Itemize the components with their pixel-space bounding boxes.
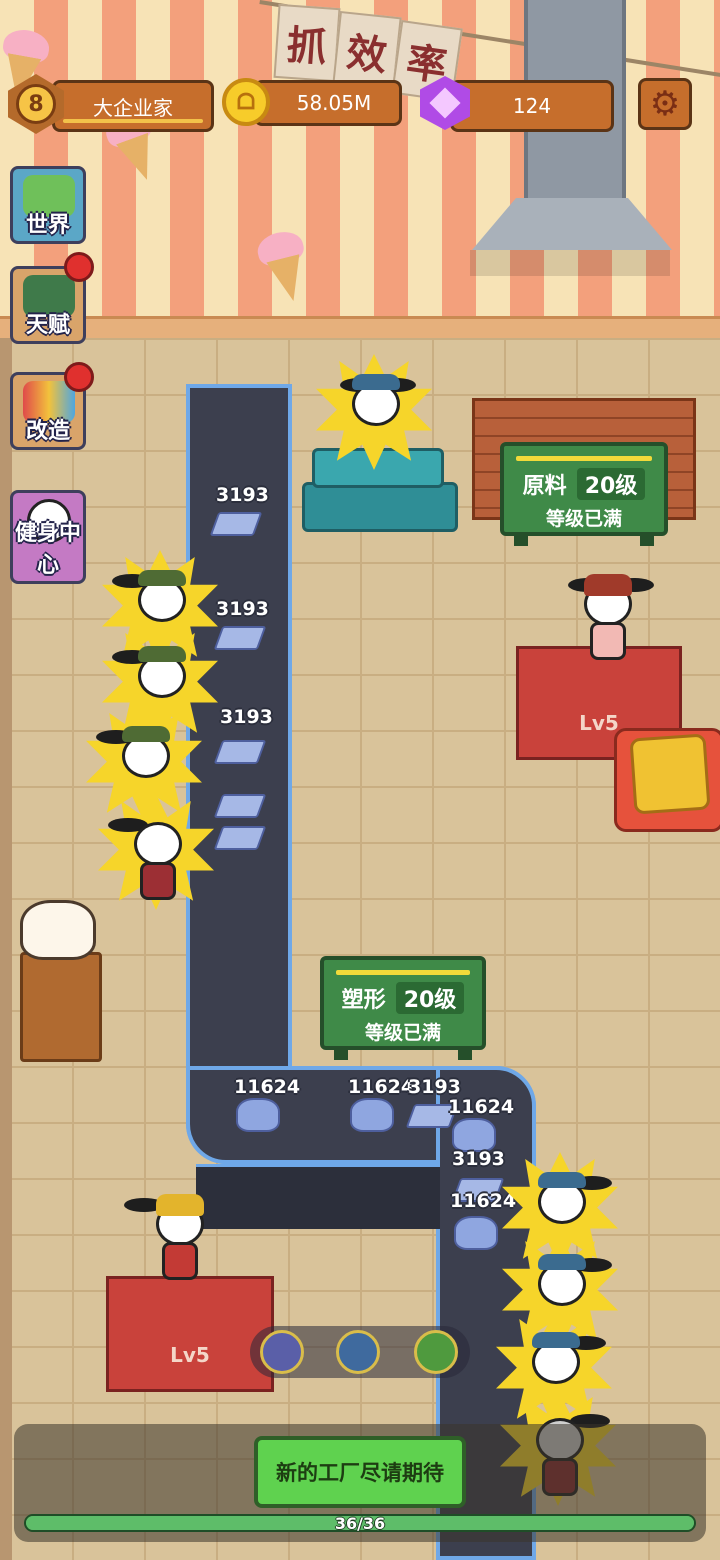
gem-amount: 124: [512, 94, 552, 118]
worker-hat: [138, 570, 186, 586]
board-status: 等级已满: [545, 508, 622, 530]
side-button-label: 改造: [25, 419, 70, 444]
title-underline: [63, 119, 203, 123]
podium-level-label: Lv5: [170, 1343, 210, 1367]
raw-material-board[interactable]: 原料 20级 等级已满: [500, 442, 668, 546]
board-level: 20级: [395, 982, 465, 1014]
boss-worker[interactable]: [316, 354, 432, 470]
item-value-label: 3193: [408, 1076, 461, 1098]
item-value-label: 11624: [450, 1190, 517, 1212]
hood-shadow: [470, 250, 670, 276]
ingot-item: [213, 626, 267, 650]
worker-body: [162, 1242, 198, 1280]
factory-progress-bar: 36/36: [24, 1514, 696, 1533]
worker-hat: [532, 1332, 580, 1348]
side-button-label: 世界: [25, 213, 70, 238]
worker-body: [140, 862, 176, 900]
worker-body: [590, 622, 626, 660]
progress-text: 36/36: [334, 1514, 386, 1533]
ingot-item: [213, 740, 267, 764]
manager-worker[interactable]: [558, 560, 654, 670]
worker-hat: [352, 374, 400, 390]
item-value-label: 3193: [452, 1148, 505, 1170]
player-level: 8: [16, 84, 56, 124]
wooden-stool: [20, 952, 102, 1062]
blaster-skill-icon[interactable]: [260, 1330, 304, 1374]
conveyor-worker[interactable]: [98, 794, 214, 910]
item-value-label: 3193: [216, 484, 269, 506]
board-name: 原料: [522, 474, 567, 499]
player-title: 大企业家: [93, 95, 173, 120]
ingot-item: [209, 512, 263, 536]
workbench: [302, 482, 458, 532]
banner-flag: 抓: [273, 3, 341, 83]
board-status: 等级已满: [364, 1022, 441, 1044]
side-button-world[interactable]: 世界: [10, 166, 86, 244]
shaped-item: [454, 1216, 498, 1250]
worker-hat: [538, 1254, 586, 1270]
treasure-chest-icon[interactable]: [629, 733, 711, 815]
worker-hat: [538, 1172, 586, 1188]
notification-badge: [64, 252, 94, 282]
worker-hair: [584, 574, 632, 596]
player-title-bar[interactable]: 大企业家: [52, 80, 214, 132]
board-level: 20级: [576, 468, 646, 500]
worker-hat: [122, 726, 170, 742]
board-header: 原料 20级: [504, 468, 664, 500]
conveyor-side: [196, 1164, 440, 1229]
coin-amount: 58.05M: [296, 91, 372, 115]
shaped-item: [350, 1098, 394, 1132]
settings-button[interactable]: ⚙: [638, 78, 692, 130]
new-factory-button[interactable]: 新的工厂尽请期待: [254, 1436, 466, 1508]
turtle-skill-icon[interactable]: [414, 1330, 458, 1374]
rabbit-coin-icon: ᗝ: [222, 78, 270, 126]
board-strip: [336, 970, 470, 975]
side-button-gym[interactable]: 健身中心: [10, 490, 86, 584]
coin-counter[interactable]: 58.05M: [254, 80, 402, 126]
board-header: 塑形 20级: [324, 982, 482, 1014]
item-value-label: 3193: [220, 706, 273, 728]
notification-badge: [64, 362, 94, 392]
shaping-board[interactable]: 塑形 20级 等级已满: [320, 956, 486, 1060]
item-value-label: 3193: [216, 598, 269, 620]
side-button-label: 天赋: [25, 313, 70, 338]
item-value-label: 11624: [348, 1076, 415, 1098]
manager-worker[interactable]: [124, 1180, 226, 1290]
worker-head: [134, 822, 182, 866]
gear-icon: ⚙: [649, 84, 681, 124]
ingot-item: [213, 826, 267, 850]
hard-hat: [156, 1194, 204, 1216]
station-podium-left[interactable]: Lv5: [106, 1276, 274, 1392]
shaped-item: [452, 1118, 496, 1152]
sleeping-cat[interactable]: [20, 900, 96, 960]
ingot-item: [213, 794, 267, 818]
swirl-skill-icon[interactable]: [336, 1330, 380, 1374]
item-value-label: 11624: [234, 1076, 301, 1098]
worker-hat: [138, 646, 186, 662]
gem-counter[interactable]: 124: [450, 80, 614, 132]
shaped-item: [236, 1098, 280, 1132]
item-value-label: 11624: [448, 1096, 515, 1118]
board-strip: [516, 456, 652, 461]
board-name: 塑形: [341, 988, 386, 1013]
side-button-label: 健身中心: [14, 521, 81, 578]
